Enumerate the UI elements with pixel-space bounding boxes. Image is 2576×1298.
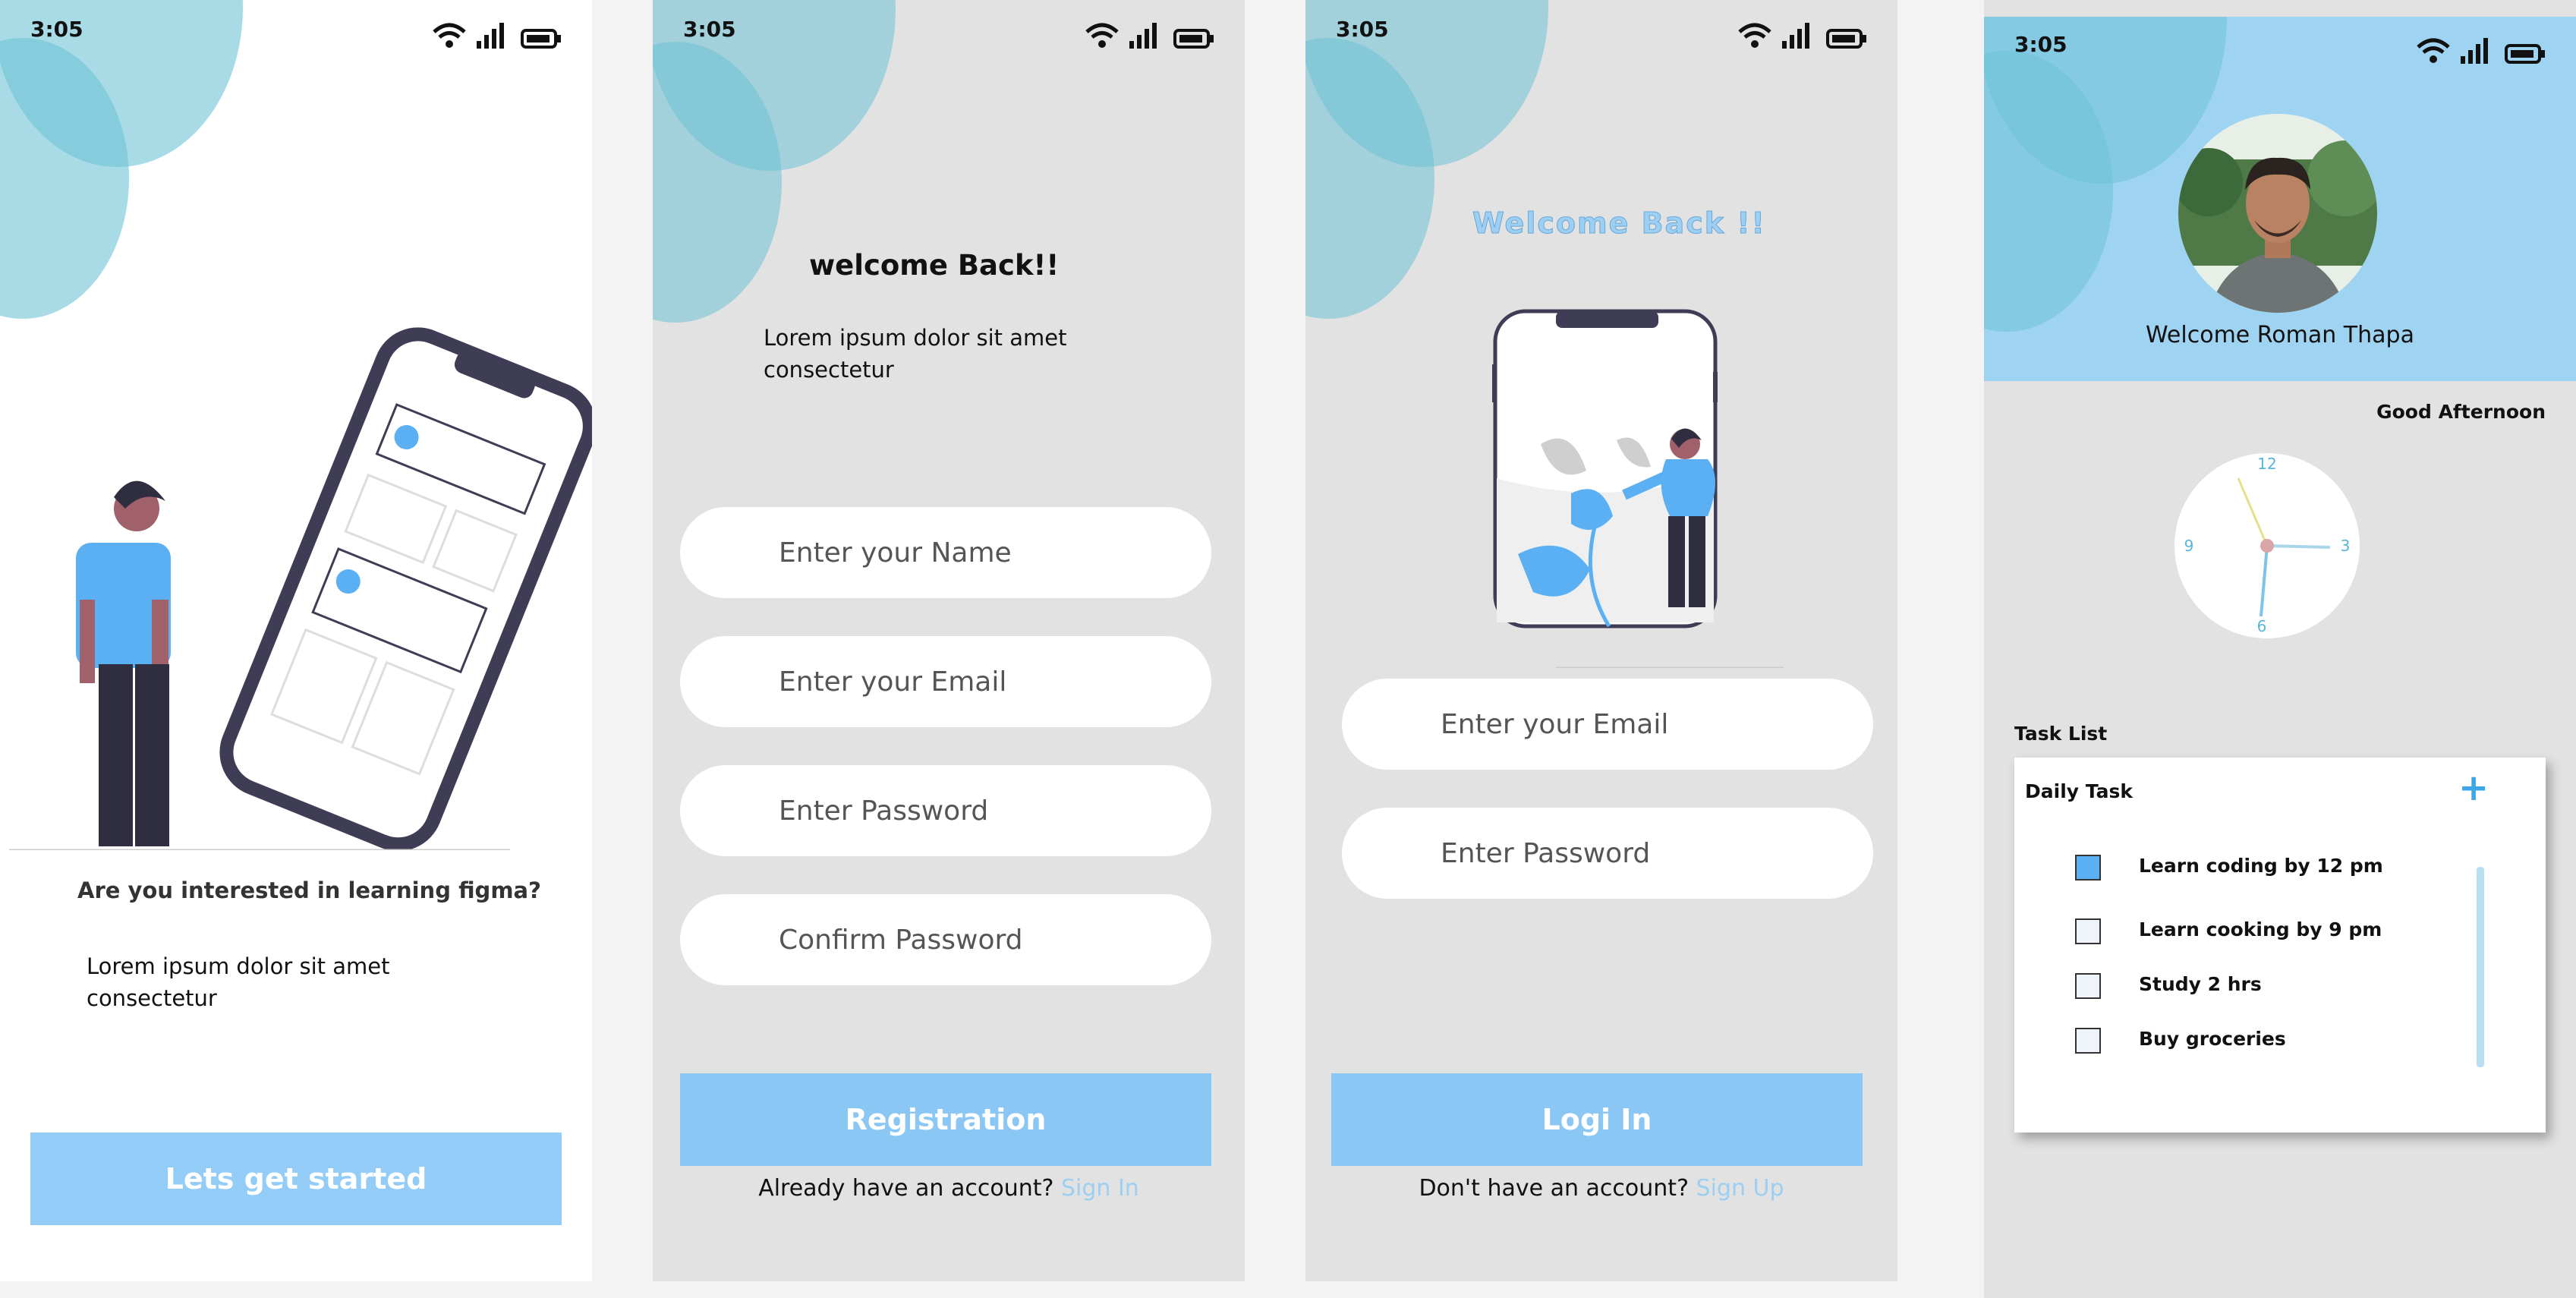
task-label: Learn coding by 12 pm <box>2139 855 2383 877</box>
status-time: 3:05 <box>30 17 83 42</box>
dashboard-screen: 3:05 Welcome Roman Thapa Good Afternoon … <box>1984 0 2576 1298</box>
status-time: 3:05 <box>683 17 736 42</box>
status-bar: 3:05 <box>2014 32 2546 64</box>
wifi-icon <box>2417 38 2450 63</box>
login-illustration <box>1492 309 1784 668</box>
task-checkbox[interactable] <box>2075 855 2101 881</box>
add-task-button[interactable]: + <box>2458 767 2489 809</box>
login-footer: Don't have an account? Sign Up <box>1305 1175 1897 1202</box>
analog-clock: 12 3 6 9 <box>2174 453 2360 638</box>
battery-icon <box>1826 29 1866 49</box>
battery-icon <box>521 29 561 49</box>
status-bar: 3:05 <box>683 17 1214 49</box>
status-time: 3:05 <box>2014 32 2067 57</box>
signal-icon <box>477 23 504 49</box>
task-label: Learn cooking by 9 pm <box>2139 918 2382 940</box>
task-checkbox[interactable] <box>2075 918 2101 944</box>
task-scrollbar[interactable] <box>2477 867 2484 1067</box>
greeting-text: Good Afternoon <box>2376 401 2546 423</box>
clock-3: 3 <box>2341 537 2351 555</box>
password-field[interactable] <box>680 765 1211 856</box>
login-heading: Welcome Back !! <box>1472 206 1766 241</box>
onboarding-question: Are you interested in learning figma? <box>77 877 541 903</box>
clock-9: 9 <box>2184 537 2194 555</box>
registration-button[interactable]: Registration <box>680 1073 1211 1166</box>
onboarding-body: Lorem ipsum dolor sit amet consectetur <box>87 953 390 1011</box>
wifi-icon <box>1738 23 1771 48</box>
login-email-field[interactable] <box>1342 679 1873 770</box>
login-password-input[interactable] <box>1441 808 1850 899</box>
task-label: Study 2 hrs <box>2139 973 2262 995</box>
login-screen: 3:05 Welcome Back !! Logi In Don't have … <box>1305 0 1897 1281</box>
login-footer-text: Don't have an account? <box>1419 1175 1689 1202</box>
wifi-icon <box>1085 23 1119 48</box>
sign-in-link[interactable]: Sign In <box>1061 1175 1139 1202</box>
status-time: 3:05 <box>1336 17 1389 42</box>
sign-up-link[interactable]: Sign Up <box>1696 1175 1784 1202</box>
registration-screen: 3:05 welcome Back!! Lorem ipsum dolor si… <box>653 0 1245 1281</box>
name-field[interactable] <box>680 507 1211 598</box>
task-label: Buy groceries <box>2139 1028 2286 1050</box>
battery-icon <box>1173 29 1214 49</box>
task-list-label: Task List <box>2014 723 2108 745</box>
confirm-password-field[interactable] <box>680 894 1211 985</box>
task-checkbox[interactable] <box>2075 1028 2101 1054</box>
welcome-text: Welcome Roman Thapa <box>2146 322 2414 348</box>
register-footer: Already have an account? Sign In <box>653 1175 1245 1202</box>
onboarding-illustration <box>9 327 592 850</box>
onboarding-screen: 3:05 Are you interested in learning figm… <box>0 0 592 1281</box>
signal-icon <box>1782 23 1809 49</box>
card-title: Daily Task <box>2025 780 2133 802</box>
register-footer-text: Already have an account? <box>758 1175 1054 1202</box>
email-field[interactable] <box>680 636 1211 727</box>
login-button[interactable]: Logi In <box>1331 1073 1863 1166</box>
name-input[interactable] <box>779 507 1189 598</box>
signal-icon <box>1129 23 1157 49</box>
password-input[interactable] <box>779 765 1189 856</box>
login-password-field[interactable] <box>1342 808 1873 899</box>
confirm-password-input[interactable] <box>779 894 1189 985</box>
signal-icon <box>2461 38 2488 64</box>
task-checkbox[interactable] <box>2075 973 2101 999</box>
get-started-button[interactable]: Lets get started <box>30 1133 562 1225</box>
login-email-input[interactable] <box>1441 679 1850 770</box>
status-bar: 3:05 <box>30 17 562 49</box>
daily-task-card: Daily Task + Learn coding by 12 pm Learn… <box>2014 758 2546 1133</box>
avatar[interactable] <box>2178 114 2377 313</box>
clock-6: 6 <box>2257 617 2267 635</box>
email-input[interactable] <box>779 636 1189 727</box>
dashboard-header: 3:05 Welcome Roman Thapa <box>1984 17 2576 381</box>
status-bar: 3:05 <box>1336 17 1867 49</box>
clock-12: 12 <box>2257 455 2276 473</box>
wifi-icon <box>433 23 466 48</box>
battery-icon <box>2505 44 2545 64</box>
register-heading: welcome Back!! <box>809 249 1060 282</box>
register-body: Lorem ipsum dolor sit amet consectetur <box>764 325 1067 383</box>
